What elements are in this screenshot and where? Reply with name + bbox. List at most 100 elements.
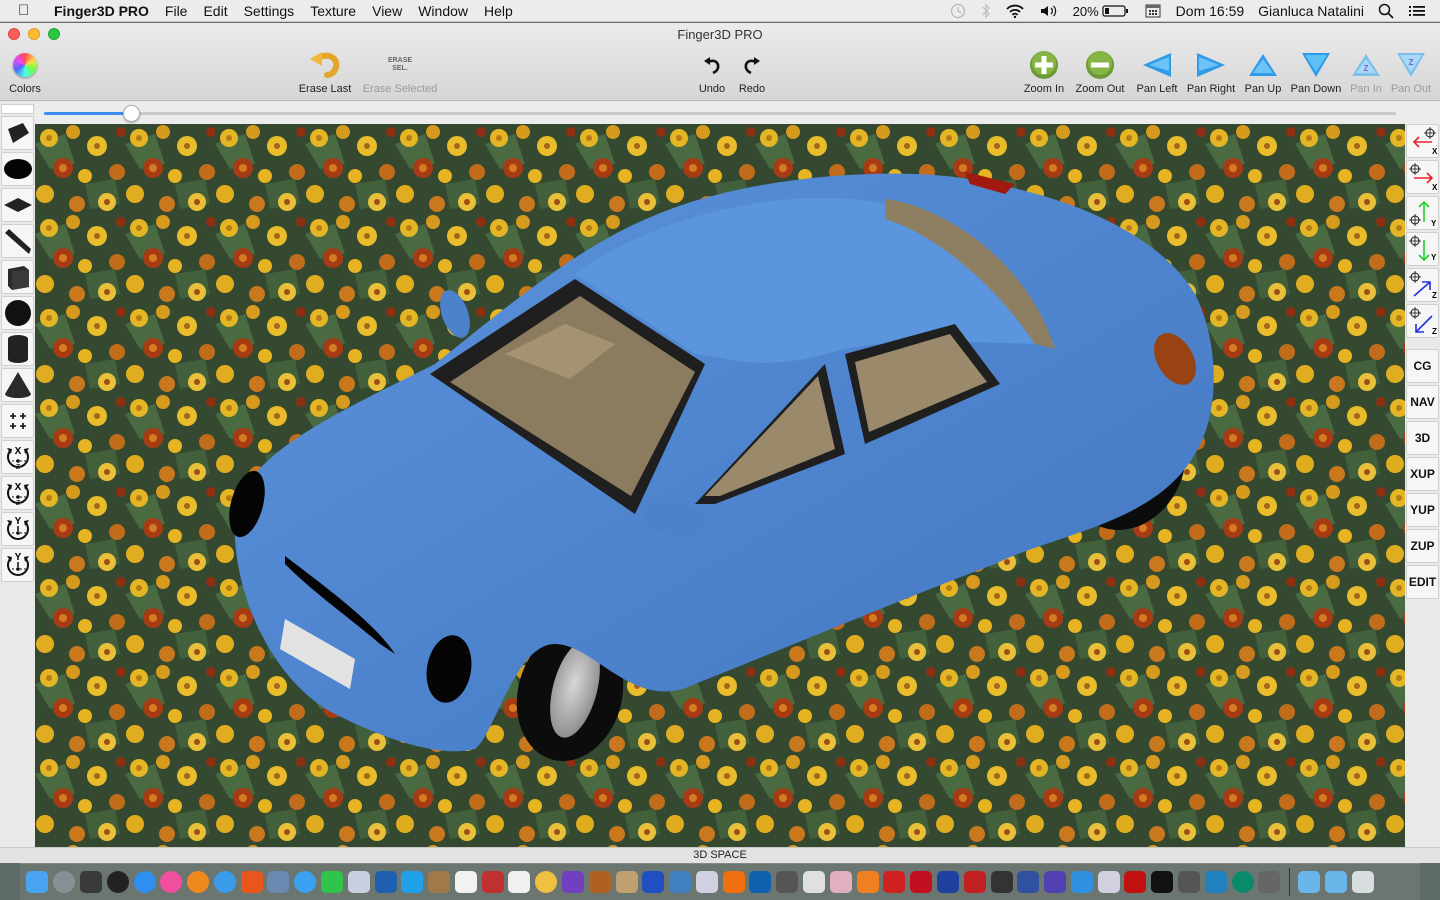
- calendar-icon[interactable]: [1144, 3, 1162, 19]
- rotate-y-cw-tool[interactable]: Y: [1, 512, 34, 546]
- dock-cd-art-icon[interactable]: [910, 871, 933, 893]
- rhombus-tool[interactable]: [1, 188, 34, 222]
- dock-photos-icon[interactable]: [535, 871, 558, 893]
- size-slider[interactable]: [44, 105, 1396, 122]
- move-z-negative-button[interactable]: Z: [1406, 304, 1439, 338]
- sphere-tool[interactable]: [1, 296, 34, 330]
- erase-selected-button[interactable]: ERASE SEL. Erase Selected: [360, 47, 440, 95]
- dock-sweet-home-icon[interactable]: [803, 871, 826, 893]
- pan-right-button[interactable]: Pan Right: [1184, 47, 1238, 95]
- volume-icon[interactable]: [1039, 3, 1059, 19]
- rotate-xz-cw-tool[interactable]: XZ: [1, 440, 34, 474]
- dock-finder-icon[interactable]: [26, 871, 49, 893]
- dock-calendar-icon[interactable]: [454, 871, 477, 893]
- menu-window[interactable]: Window: [418, 3, 468, 19]
- dock-launchpad-icon[interactable]: [53, 871, 76, 893]
- dock-terminal-icon[interactable]: [1151, 871, 1174, 893]
- clock[interactable]: Dom 16:59: [1176, 3, 1244, 19]
- search-icon[interactable]: [1378, 3, 1394, 19]
- dock-facetime-icon[interactable]: [320, 871, 343, 893]
- undo-button[interactable]: Undo: [696, 47, 728, 95]
- pan-down-button[interactable]: Pan Down: [1288, 47, 1344, 95]
- battery-icon[interactable]: [1102, 4, 1130, 18]
- dock-filezilla-icon[interactable]: [1124, 871, 1147, 893]
- menu-help[interactable]: Help: [484, 3, 513, 19]
- move-x-negative-button[interactable]: X: [1406, 124, 1439, 158]
- dock-downloads-icon[interactable]: [1324, 871, 1347, 893]
- dock-fs-icon[interactable]: [1017, 871, 1040, 893]
- ellipse-tool[interactable]: [1, 152, 34, 186]
- dock-sketchup-icon[interactable]: [883, 871, 906, 893]
- dock-app-store-icon[interactable]: [133, 871, 156, 893]
- dock-disk-utility-icon[interactable]: [695, 871, 718, 893]
- menu-edit[interactable]: Edit: [203, 3, 227, 19]
- move-y-positive-button[interactable]: Y: [1406, 196, 1439, 230]
- dock-photo-booth-icon[interactable]: [481, 871, 504, 893]
- cg-button[interactable]: CG: [1406, 349, 1439, 383]
- cube-tool[interactable]: [1, 260, 34, 294]
- dock-contacts-icon[interactable]: [428, 871, 451, 893]
- user-name[interactable]: Gianluca Natalini: [1258, 3, 1364, 19]
- wifi-icon[interactable]: [1005, 3, 1025, 19]
- 3d-viewport[interactable]: [35, 124, 1405, 847]
- time-machine-icon[interactable]: [949, 3, 967, 19]
- dock-audacity-icon[interactable]: [936, 871, 959, 893]
- move-z-positive-button[interactable]: Z: [1406, 268, 1439, 302]
- apple-icon[interactable]: : [18, 2, 36, 19]
- rotate-y-ccw-tool[interactable]: Y: [1, 548, 34, 582]
- dock-skype-icon[interactable]: [401, 871, 424, 893]
- dock-xcode-icon[interactable]: [1070, 871, 1093, 893]
- colors-button[interactable]: Colors: [6, 47, 44, 95]
- cone-tool[interactable]: [1, 368, 34, 402]
- edit-button[interactable]: EDIT: [1406, 565, 1439, 599]
- dock-time-machine-icon[interactable]: [1231, 871, 1254, 893]
- move-x-positive-button[interactable]: X: [1406, 160, 1439, 194]
- dock-vlc-icon[interactable]: [722, 871, 745, 893]
- menu-app-name[interactable]: Finger3D PRO: [54, 3, 149, 19]
- dock-textedit-icon[interactable]: [508, 871, 531, 893]
- zup-button[interactable]: ZUP: [1406, 529, 1439, 563]
- dock-firefox-icon[interactable]: [240, 871, 263, 893]
- zoom-in-button[interactable]: Zoom In: [1021, 47, 1067, 95]
- nav-button[interactable]: NAV: [1406, 385, 1439, 419]
- pan-in-button[interactable]: Z Pan In: [1346, 47, 1386, 95]
- dock-gimp-icon[interactable]: [776, 871, 799, 893]
- dock-joystick-icon[interactable]: [963, 871, 986, 893]
- redo-button[interactable]: Redo: [736, 47, 768, 95]
- dock-mission-control-icon[interactable]: [79, 871, 102, 893]
- pan-left-button[interactable]: Pan Left: [1133, 47, 1181, 95]
- dock-trash-icon[interactable]: [1351, 871, 1374, 893]
- dock-finale-icon[interactable]: [669, 871, 692, 893]
- cylinder-tool[interactable]: [1, 332, 34, 366]
- menu-view[interactable]: View: [372, 3, 402, 19]
- dock-hp-icon[interactable]: [1177, 871, 1200, 893]
- xup-button[interactable]: XUP: [1406, 457, 1439, 491]
- yup-button[interactable]: YUP: [1406, 493, 1439, 527]
- zoom-out-button[interactable]: Zoom Out: [1072, 47, 1128, 95]
- dock-screen-sharing-icon[interactable]: [1204, 871, 1227, 893]
- color-swatch[interactable]: [1, 104, 34, 114]
- dock-keyboard-icon[interactable]: [990, 871, 1013, 893]
- dock-iphoto-icon[interactable]: [615, 871, 638, 893]
- dock-script-editor-icon[interactable]: [1097, 871, 1120, 893]
- dock-blender-icon[interactable]: [856, 871, 879, 893]
- plane-tool[interactable]: [1, 116, 34, 150]
- dock-poser-icon[interactable]: [829, 871, 852, 893]
- pan-up-button[interactable]: Pan Up: [1242, 47, 1284, 95]
- move-y-negative-button[interactable]: Y: [1406, 232, 1439, 266]
- slider-knob[interactable]: [122, 105, 140, 122]
- pan-out-button[interactable]: Z Pan Out: [1386, 47, 1436, 95]
- dock-garageband-icon[interactable]: [588, 871, 611, 893]
- rotate-xz-ccw-tool[interactable]: XZ: [1, 476, 34, 510]
- 3d-button[interactable]: 3D: [1406, 421, 1439, 455]
- dock-messages-icon[interactable]: [294, 871, 317, 893]
- erase-last-button[interactable]: Erase Last: [296, 47, 354, 95]
- grid-tool[interactable]: [1, 404, 34, 438]
- dock-safari-icon[interactable]: [213, 871, 236, 893]
- dock-applications-icon[interactable]: [1298, 871, 1321, 893]
- dock-itunes-icon[interactable]: [160, 871, 183, 893]
- bluetooth-icon[interactable]: [981, 3, 991, 19]
- prism-tool[interactable]: [1, 224, 34, 258]
- dock-dvd-player-icon[interactable]: [642, 871, 665, 893]
- dock-system-preferences-icon[interactable]: [1258, 871, 1281, 893]
